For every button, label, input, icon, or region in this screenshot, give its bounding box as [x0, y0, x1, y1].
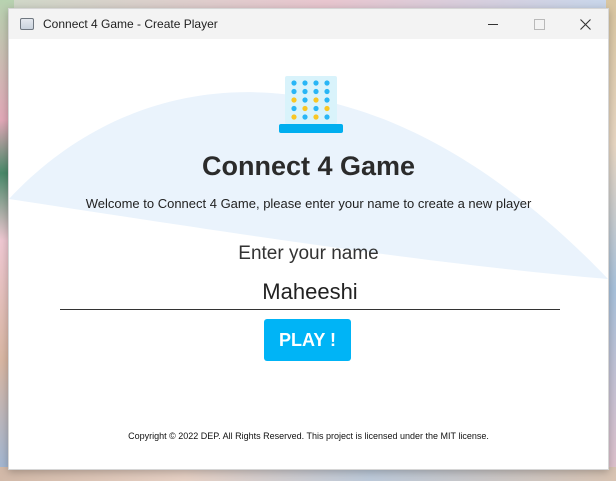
play-button[interactable]: PLAY ! [264, 319, 351, 361]
copyright-footer: Copyright © 2022 DEP. All Rights Reserve… [128, 431, 489, 441]
maximize-icon [533, 18, 545, 30]
logo-token [324, 97, 330, 103]
logo-token [324, 80, 330, 86]
logo-token [324, 114, 330, 120]
logo-token [291, 97, 297, 103]
name-label: Enter your name [238, 243, 379, 264]
logo-token [313, 114, 319, 120]
game-title: Connect 4 Game [201, 151, 416, 181]
logo-token [313, 97, 319, 103]
logo-token [313, 105, 319, 112]
connect-four-board-icon [279, 76, 343, 133]
close-icon [579, 18, 591, 30]
logo-token [313, 80, 319, 86]
player-name-input[interactable] [60, 274, 560, 310]
logo-token [291, 105, 297, 112]
window-controls [470, 9, 608, 39]
logo-token [291, 88, 297, 95]
welcome-message: Welcome to Connect 4 Game, please enter … [85, 196, 532, 211]
create-player-window: Connect 4 Game - Create Player Connect 4 [8, 8, 609, 470]
logo-token [324, 105, 330, 112]
logo-token [313, 88, 319, 95]
logo-token [302, 114, 308, 120]
logo-token [324, 88, 330, 95]
window-title: Connect 4 Game - Create Player [43, 17, 218, 31]
main-content: Connect 4 Game Welcome to Connect 4 Game… [9, 39, 608, 469]
close-button[interactable] [562, 9, 608, 39]
logo-token [291, 80, 297, 86]
minimize-button[interactable] [470, 9, 516, 39]
logo-token [302, 88, 308, 95]
logo-token [302, 97, 308, 103]
maximize-button[interactable] [516, 9, 562, 39]
app-window-icon [20, 18, 34, 30]
logo-token [302, 105, 308, 112]
title-bar[interactable]: Connect 4 Game - Create Player [9, 9, 608, 39]
logo-token [291, 114, 297, 120]
minimize-icon [488, 23, 498, 25]
logo-token [302, 80, 308, 86]
